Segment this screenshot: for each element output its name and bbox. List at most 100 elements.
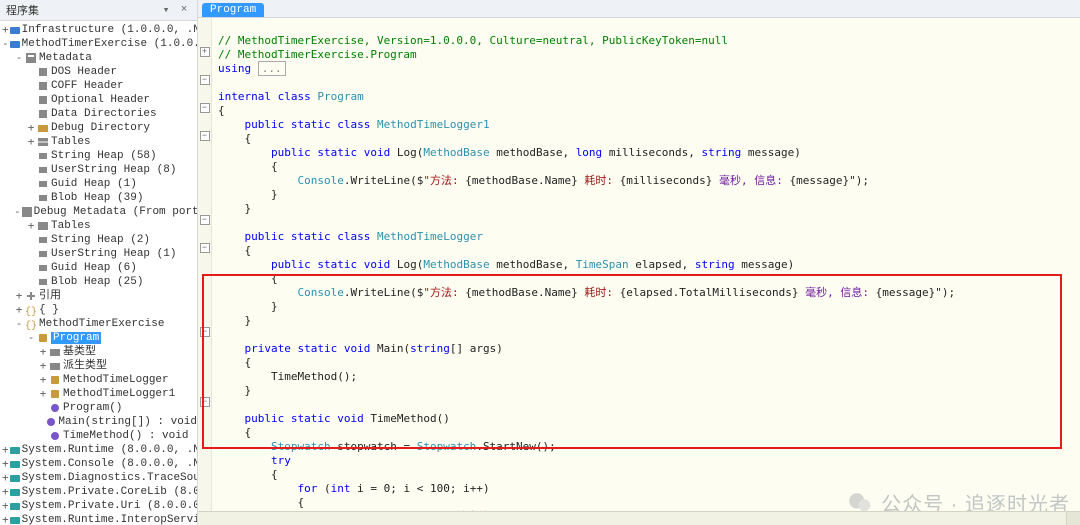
tree-item-asm[interactable]: +System.Diagnostics.TraceSource (8.0.0.0…: [0, 471, 197, 485]
tree-item[interactable]: Data Directories: [0, 107, 197, 121]
expand-icon[interactable]: +: [38, 387, 48, 401]
tree-item[interactable]: String Heap (58): [0, 149, 197, 163]
tree-item-mte[interactable]: - MethodTimerExercise (1.0.0.0, .NETCore…: [0, 37, 197, 51]
tree-item-dbgmeta[interactable]: - Debug Metadata (From portable PDB): [0, 205, 197, 219]
tree-tool-dropdown-icon[interactable]: ▾: [159, 3, 173, 17]
tree-item-asm[interactable]: +System.Runtime (8.0.0.0, .NETCoreApp, v…: [0, 443, 197, 457]
assembly-icon: [9, 38, 21, 50]
tree-item-main[interactable]: Main(string[]) : void: [0, 415, 197, 429]
tree-item-refs[interactable]: +引用: [0, 289, 197, 303]
svg-text:{}: {}: [25, 306, 37, 316]
tree-body[interactable]: + Infrastructure (1.0.0.0, .NETCoreApp, …: [0, 21, 197, 525]
collapse-icon[interactable]: -: [14, 51, 24, 65]
fold-using-icon[interactable]: +: [200, 47, 210, 57]
tree-item-ns-main[interactable]: -{}MethodTimerExercise: [0, 317, 197, 331]
metadata-icon: [21, 206, 33, 218]
header-icon: [36, 66, 50, 78]
tree-item[interactable]: +基类型: [0, 345, 197, 359]
fold-class-icon[interactable]: −: [200, 75, 210, 85]
fold-log1-icon[interactable]: −: [200, 131, 210, 141]
tree-item[interactable]: DOS Header: [0, 65, 197, 79]
tree-item-infra[interactable]: + Infrastructure (1.0.0.0, .NETCoreApp, …: [0, 23, 197, 37]
expand-icon[interactable]: +: [2, 23, 9, 37]
fold-log2-icon[interactable]: −: [200, 243, 210, 253]
namespace-icon: {}: [24, 304, 38, 316]
tree-item-asm[interactable]: +System.Private.Uri (8.0.0.0, .NETCoreAp…: [0, 499, 197, 513]
tree-item[interactable]: COFF Header: [0, 79, 197, 93]
expand-icon[interactable]: +: [26, 121, 36, 135]
collapse-icon[interactable]: -: [2, 37, 9, 51]
folder-icon: [36, 122, 50, 134]
tree-item[interactable]: UserString Heap (1): [0, 247, 197, 261]
tree-item-asm[interactable]: +System.Private.CoreLib (8.0.0.0, .NETCo…: [0, 485, 197, 499]
fold-mtl-icon[interactable]: −: [200, 215, 210, 225]
heap-icon: [36, 192, 50, 204]
tree-item-program[interactable]: -Program: [0, 331, 197, 345]
expand-icon[interactable]: +: [2, 457, 9, 471]
method-icon: [48, 430, 62, 442]
expand-icon[interactable]: +: [26, 135, 36, 149]
tree-item-metadata[interactable]: - Metadata: [0, 51, 197, 65]
expand-icon[interactable]: +: [2, 485, 9, 499]
scrollbar-corner: [1066, 512, 1080, 525]
tab-program[interactable]: Program: [202, 3, 264, 17]
collapse-icon[interactable]: -: [26, 331, 36, 345]
namespace-icon: {}: [24, 318, 38, 330]
method-icon: [45, 416, 57, 428]
expand-icon[interactable]: +: [2, 513, 9, 525]
tree-item[interactable]: +Debug Directory: [0, 121, 197, 135]
tree-tool-close-icon[interactable]: ×: [177, 3, 191, 17]
expand-icon[interactable]: +: [38, 373, 48, 387]
tree-item[interactable]: Blob Heap (39): [0, 191, 197, 205]
code-area[interactable]: + − − − − − − − // MethodTimerExercise, …: [198, 18, 1080, 525]
tables-icon: [36, 220, 50, 232]
assembly-tree-panel: 程序集 ▾ × + Infrastructure (1.0.0.0, .NETC…: [0, 0, 198, 525]
tree-item[interactable]: Guid Heap (1): [0, 177, 197, 191]
assembly-icon: [9, 514, 21, 525]
fold-mtl1-icon[interactable]: −: [200, 103, 210, 113]
tree-item[interactable]: +Tables: [0, 219, 197, 233]
folder-icon: [48, 346, 62, 358]
expand-icon[interactable]: +: [2, 499, 9, 513]
fold-main-icon[interactable]: −: [200, 327, 210, 337]
tree-item[interactable]: Optional Header: [0, 93, 197, 107]
tree-item[interactable]: String Heap (2): [0, 233, 197, 247]
tree-item-ctor[interactable]: Program(): [0, 401, 197, 415]
tree-item-mtl1[interactable]: +MethodTimeLogger1: [0, 387, 197, 401]
assembly-icon: [9, 444, 21, 456]
tree-item-ns-empty[interactable]: +{}{ }: [0, 303, 197, 317]
fold-tm-icon[interactable]: −: [200, 397, 210, 407]
heap-icon: [36, 178, 50, 190]
tree-item[interactable]: +派生类型: [0, 359, 197, 373]
assembly-icon: [9, 472, 21, 484]
expand-icon[interactable]: +: [14, 303, 24, 317]
heap-icon: [36, 164, 50, 176]
metadata-icon: [24, 52, 38, 64]
tree-item-mtl[interactable]: +MethodTimeLogger: [0, 373, 197, 387]
tree-item[interactable]: Guid Heap (6): [0, 261, 197, 275]
expand-icon[interactable]: +: [26, 219, 36, 233]
expand-icon[interactable]: +: [38, 359, 48, 373]
heap-icon: [36, 248, 50, 260]
expand-icon[interactable]: +: [2, 471, 9, 485]
expand-icon[interactable]: +: [38, 345, 48, 359]
code-lines[interactable]: // MethodTimerExercise, Version=1.0.0.0,…: [212, 18, 1080, 525]
tree-item-asm[interactable]: +System.Runtime.InteropServices (8.0.0.0…: [0, 513, 197, 525]
class-icon: [36, 332, 50, 344]
tree-item-tm[interactable]: TimeMethod() : void: [0, 429, 197, 443]
expand-icon[interactable]: +: [14, 289, 24, 303]
tree-item-asm[interactable]: +System.Console (8.0.0.0, .NETCoreApp, v…: [0, 457, 197, 471]
tree-header: 程序集 ▾ ×: [0, 0, 197, 21]
horizontal-scrollbar[interactable]: [198, 511, 1080, 525]
assembly-icon: [9, 458, 21, 470]
header-icon: [36, 108, 50, 120]
class-icon: [48, 374, 62, 386]
tree-item[interactable]: +Tables: [0, 135, 197, 149]
tree-item[interactable]: UserString Heap (8): [0, 163, 197, 177]
collapse-icon[interactable]: -: [14, 317, 24, 331]
collapse-icon[interactable]: -: [14, 205, 21, 219]
tab-bar: Program: [198, 0, 1080, 18]
assembly-icon: [9, 500, 21, 512]
tree-item[interactable]: Blob Heap (25): [0, 275, 197, 289]
expand-icon[interactable]: +: [2, 443, 9, 457]
